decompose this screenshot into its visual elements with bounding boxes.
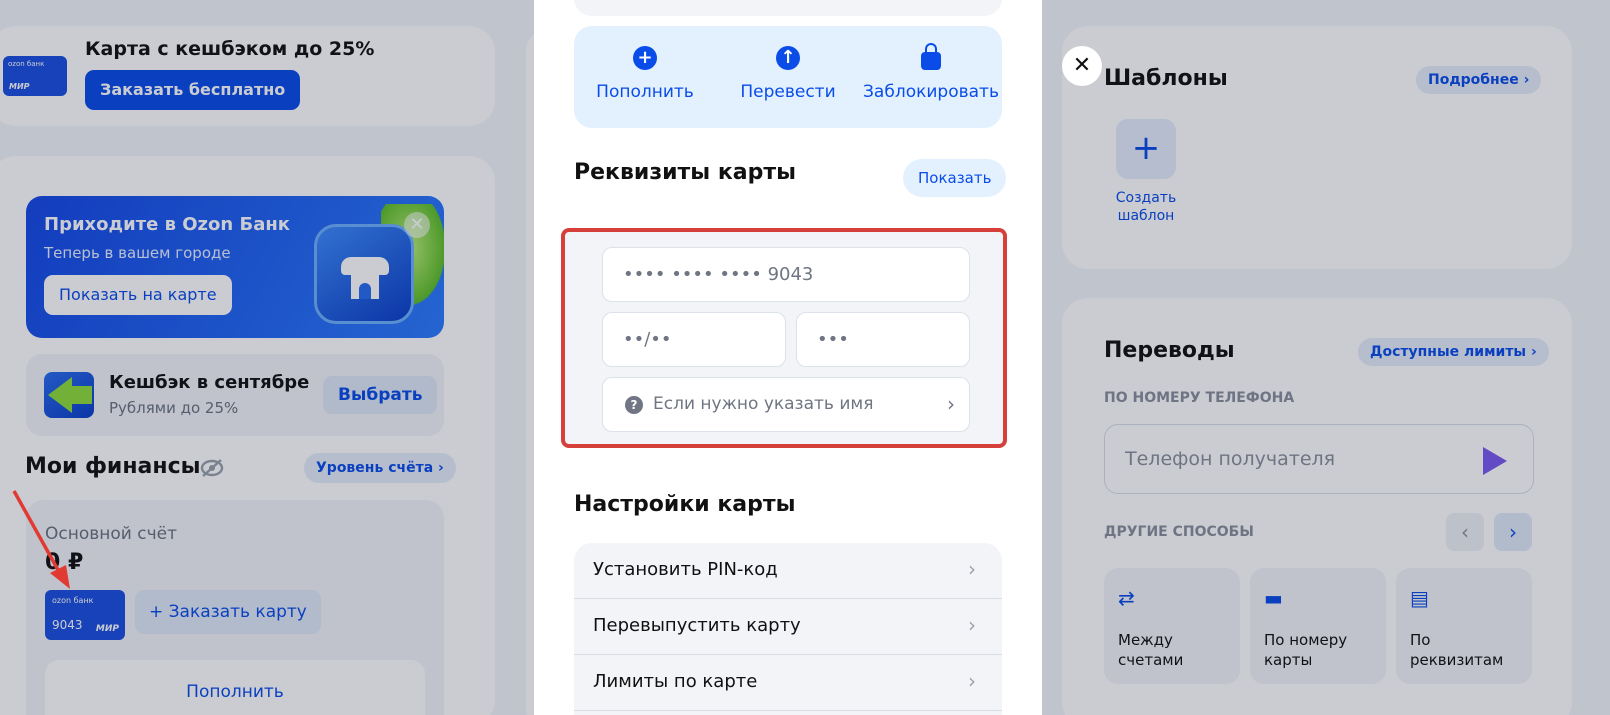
reissue-card-row[interactable]: Перевыпустить карту › [574, 599, 1002, 655]
chevron-right-icon: › [968, 669, 976, 693]
cvv-field[interactable]: ••• [796, 312, 970, 367]
card-limits-row[interactable]: Лимиты по карте › [574, 655, 1002, 711]
card-settings-list: Установить PIN-код › Перевыпустить карту… [574, 543, 1002, 715]
chevron-right-icon: › [947, 392, 955, 416]
card-actions: + Пополнить ↑ Перевести Заблокировать [574, 26, 1002, 128]
close-modal-button[interactable]: ✕ [1062, 46, 1102, 86]
requisites-title: Реквизиты карты [574, 160, 796, 185]
action-label: Пополнить [596, 82, 694, 102]
lock-icon [921, 43, 941, 70]
topup-action[interactable]: + Пополнить [574, 46, 716, 102]
masked-card-number: •••• •••• •••• 9043 [623, 264, 814, 285]
modal-top-card [574, 0, 1002, 16]
expiry-field[interactable]: ••/•• [602, 312, 786, 367]
set-pin-row[interactable]: Установить PIN-код › [574, 543, 1002, 599]
requisites-highlight-box: •••• •••• •••• 9043 ••/•• ••• ? Если нуж… [561, 228, 1007, 448]
block-action[interactable]: Заблокировать [860, 43, 1002, 102]
setting-label: Лимиты по карте [593, 671, 758, 692]
red-arrow-annotation [12, 490, 70, 589]
chevron-right-icon: › [968, 557, 976, 581]
setting-label: Перевыпустить карту [593, 615, 801, 636]
cardholder-name-row[interactable]: ? Если нужно указать имя › [602, 377, 970, 432]
action-label: Заблокировать [863, 82, 999, 102]
arrow-up-circle-icon: ↑ [776, 46, 800, 70]
card-details-modal: + Пополнить ↑ Перевести Заблокировать Ре… [534, 0, 1042, 715]
plus-circle-icon: + [633, 46, 657, 70]
question-circle-icon: ? [625, 396, 643, 414]
chevron-right-icon: › [968, 613, 976, 637]
masked-expiry: ••/•• [623, 329, 672, 350]
transfer-action[interactable]: ↑ Перевести [717, 46, 859, 102]
masked-cvv: ••• [817, 329, 849, 350]
setting-label: Установить PIN-код [593, 559, 778, 580]
card-settings-title: Настройки карты [574, 492, 796, 517]
show-requisites-button[interactable]: Показать [903, 159, 1007, 197]
action-label: Перевести [740, 82, 836, 102]
card-number-field[interactable]: •••• •••• •••• 9043 [602, 247, 970, 302]
name-prompt-label: Если нужно указать имя [653, 394, 874, 414]
